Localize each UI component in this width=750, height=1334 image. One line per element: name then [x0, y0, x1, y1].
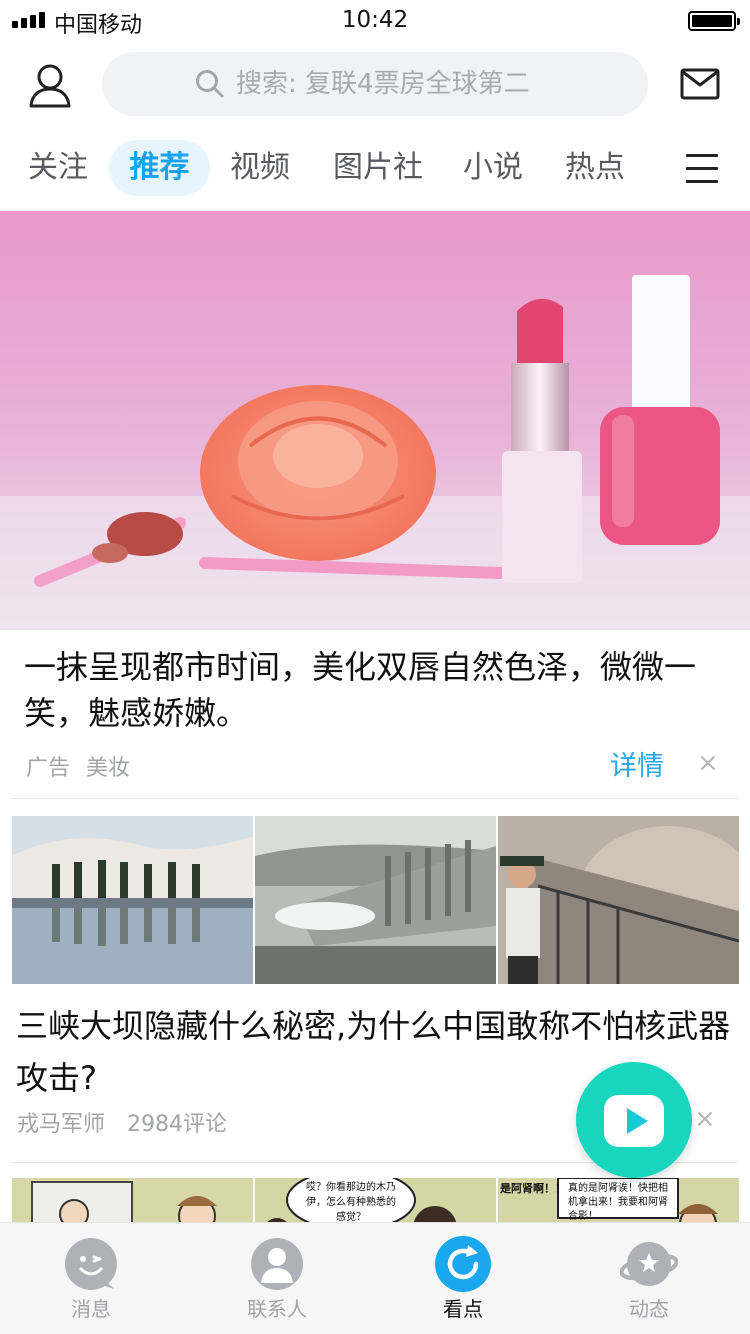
news-close-icon[interactable]: × [694, 1104, 716, 1134]
top-header [0, 42, 750, 128]
battery-icon [688, 11, 740, 31]
nav-contacts[interactable]: 联系人 [202, 1223, 352, 1334]
comic-bubble-text: 哎？你看那边的木乃伊，怎么有种熟悉的感觉？ [306, 1182, 396, 1223]
refresh-icon [435, 1236, 491, 1292]
divider [12, 798, 738, 799]
nav-messages[interactable]: 消息 [16, 1223, 166, 1334]
floating-video-button[interactable] [576, 1062, 692, 1178]
planet-star-icon [620, 1242, 678, 1286]
bottom-tab-bar: 消息 联系人 看点 动态 [0, 1222, 750, 1334]
status-time: 10:42 [341, 7, 409, 33]
video-play-icon [604, 1095, 664, 1147]
tab-gallery[interactable]: 图片社 [324, 140, 432, 196]
news-thumbnail[interactable] [255, 816, 496, 984]
nav-label: 看点 [443, 1297, 483, 1321]
news-thumbnail[interactable] [498, 816, 739, 984]
chat-bubble-icon [65, 1238, 117, 1290]
contact-person-icon [251, 1238, 303, 1290]
nav-label: 消息 [71, 1297, 111, 1321]
nav-label: 联系人 [247, 1297, 307, 1321]
comic-bubble-text: 真的是阿肾诶！快把相机拿出来！我要和阿肾合影！ [568, 1183, 668, 1222]
tab-video[interactable]: 视频 [222, 140, 298, 196]
mail-icon[interactable] [680, 66, 720, 102]
ad-title[interactable]: 一抹呈现都市时间，美化双唇自然色泽，微微一笑，魅感娇嫩。 [24, 644, 724, 736]
ad-category: 美妆 [86, 756, 131, 781]
search-icon [196, 70, 224, 98]
tab-hot[interactable]: 热点 [557, 140, 633, 196]
comic-bubble-text: 是阿肾啊！！ [500, 1182, 566, 1195]
search-input[interactable] [236, 69, 648, 99]
nav-label: 动态 [629, 1297, 669, 1321]
news-comment-count: 2984评论 [127, 1112, 227, 1137]
tab-novel[interactable]: 小说 [455, 140, 531, 196]
tab-follow[interactable]: 关注 [20, 140, 96, 196]
status-bar: 中国移动 10:42 [0, 0, 750, 42]
news-source: 戎马军师 [17, 1112, 106, 1137]
ad-close-icon[interactable]: × [697, 748, 719, 778]
ad-label: 广告 [26, 756, 71, 781]
category-tabs: 关注 推荐 视频 图片社 小说 热点 [0, 136, 750, 202]
tab-recommend[interactable]: 推荐 [109, 140, 210, 196]
nav-moments[interactable]: 动态 [574, 1223, 724, 1334]
ad-hero-image[interactable] [0, 211, 750, 630]
profile-icon[interactable] [26, 62, 74, 110]
search-bar[interactable] [102, 52, 648, 116]
menu-icon[interactable] [686, 154, 718, 184]
nav-kandian[interactable]: 看点 [388, 1223, 538, 1334]
news-thumbnail[interactable] [12, 816, 253, 984]
ad-detail-link[interactable]: 详情 [610, 744, 664, 783]
